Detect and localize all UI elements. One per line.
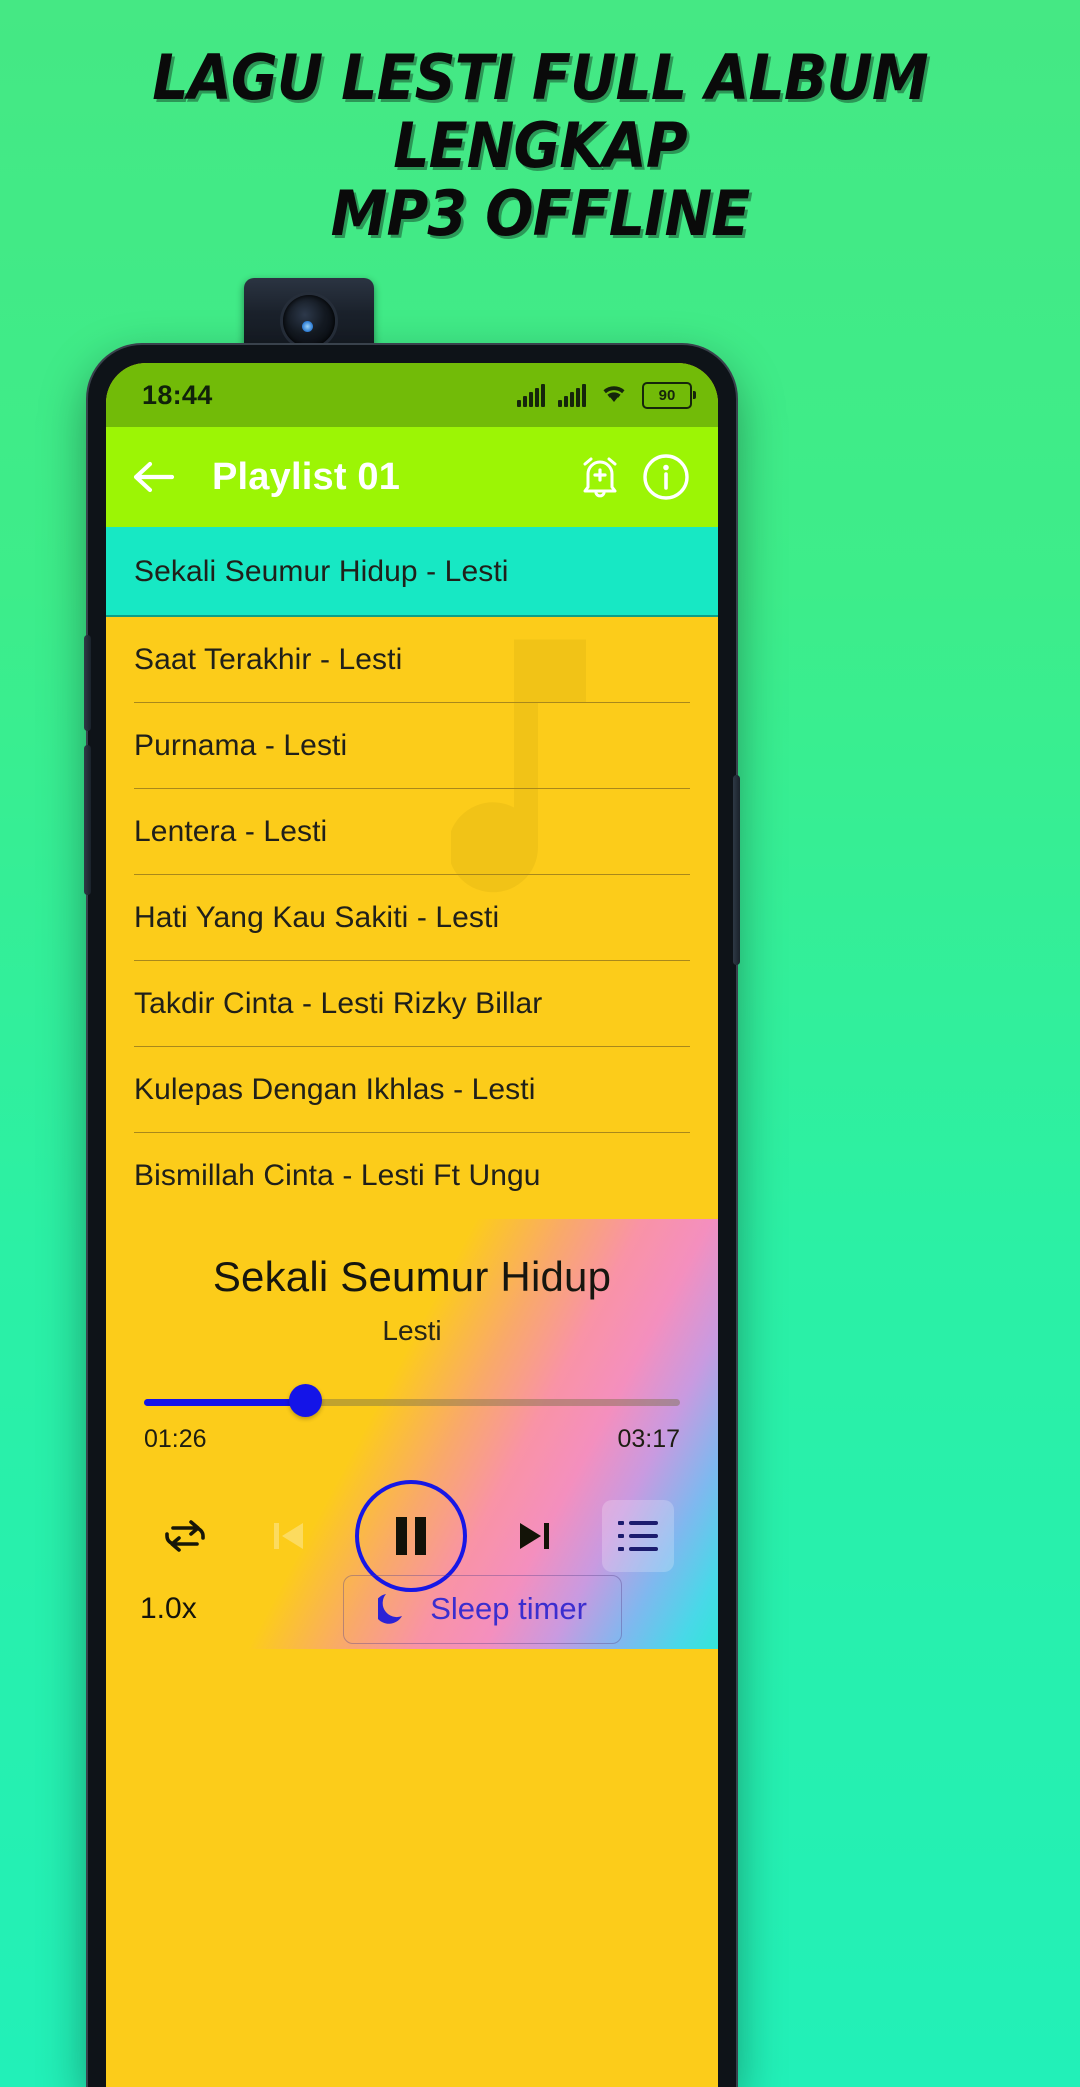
song-title: Purnama - Lesti bbox=[134, 729, 348, 762]
camera-glint bbox=[301, 321, 313, 332]
sleep-timer-button[interactable]: Sleep timer bbox=[343, 1574, 622, 1644]
app-bar: Playlist 01 bbox=[106, 427, 718, 527]
battery-level: 90 bbox=[658, 386, 676, 404]
info-icon[interactable] bbox=[640, 451, 692, 503]
sleep-timer-label: Sleep timer bbox=[430, 1591, 587, 1626]
back-arrow-icon[interactable] bbox=[128, 451, 180, 503]
song-title: Takdir Cinta - Lesti Rizky Billar bbox=[134, 987, 543, 1020]
repeat-icon[interactable] bbox=[150, 1501, 220, 1571]
previous-track-icon[interactable] bbox=[253, 1501, 323, 1571]
cellular-signal-icon bbox=[517, 383, 545, 407]
status-time: 18:44 bbox=[142, 379, 213, 410]
promo-title-line2: MP3 OFFLINE bbox=[330, 177, 751, 250]
now-playing-panel: Sekali Seumur Hidup Lesti 01:26 03:17 1.… bbox=[106, 1219, 718, 1649]
battery-icon: 90 bbox=[642, 381, 696, 409]
phone-screen: 18:44 90 Playlist 01 Sekali Seumur Hidup… bbox=[106, 363, 718, 2087]
duration-time: 03:17 bbox=[617, 1425, 680, 1453]
pause-icon bbox=[396, 1517, 426, 1555]
list-item[interactable]: Kulepas Dengan Ikhlas - Lesti bbox=[106, 1047, 718, 1133]
power-button[interactable] bbox=[733, 775, 740, 965]
camera-lens-icon bbox=[283, 295, 335, 347]
queue-list-icon[interactable] bbox=[602, 1500, 674, 1572]
alarm-add-icon[interactable] bbox=[574, 451, 626, 503]
page-title: Playlist 01 bbox=[212, 455, 401, 498]
now-playing-title: Sekali Seumur Hidup bbox=[212, 1253, 612, 1300]
status-bar: 18:44 90 bbox=[106, 363, 718, 427]
next-track-icon[interactable] bbox=[500, 1501, 570, 1571]
elapsed-time: 01:26 bbox=[144, 1425, 207, 1453]
volume-up-button[interactable] bbox=[84, 635, 91, 731]
seek-bar[interactable] bbox=[144, 1384, 680, 1417]
list-item[interactable]: Purnama - Lesti bbox=[106, 703, 718, 789]
list-item[interactable]: Hati Yang Kau Sakiti - Lesti bbox=[106, 875, 718, 961]
song-title: Hati Yang Kau Sakiti - Lesti bbox=[134, 901, 500, 934]
list-item[interactable]: Lentera - Lesti bbox=[106, 789, 718, 875]
volume-down-button[interactable] bbox=[84, 745, 91, 895]
song-title: Bismillah Cinta - Lesti Ft Ungu bbox=[134, 1159, 541, 1192]
seek-fill bbox=[144, 1399, 305, 1406]
status-icons: 90 bbox=[517, 381, 696, 410]
promo-title-line1: LAGU LESTI FULL ALBUM LENGKAP bbox=[152, 41, 928, 182]
list-item[interactable]: Bismillah Cinta - Lesti Ft Ungu bbox=[106, 1133, 718, 1219]
list-item[interactable]: Sekali Seumur Hidup - Lesti bbox=[106, 527, 718, 617]
list-item[interactable]: Saat Terakhir - Lesti bbox=[106, 617, 718, 703]
wifi-icon bbox=[599, 381, 629, 410]
now-playing-artist: Lesti bbox=[382, 1315, 442, 1346]
moon-icon bbox=[374, 1590, 408, 1629]
seek-thumb[interactable] bbox=[288, 1384, 322, 1417]
cellular-signal-2-icon bbox=[558, 383, 586, 407]
song-title: Kulepas Dengan Ikhlas - Lesti bbox=[134, 1073, 536, 1106]
player-bottom-bar: 1.0x Sleep timer bbox=[106, 1569, 718, 1649]
playback-speed-label[interactable]: 1.0x bbox=[140, 1592, 197, 1626]
time-labels: 01:26 03:17 bbox=[144, 1425, 680, 1454]
promo-title: LAGU LESTI FULL ALBUM LENGKAP MP3 OFFLIN… bbox=[0, 44, 1080, 248]
song-title: Saat Terakhir - Lesti bbox=[134, 643, 403, 676]
song-title: Sekali Seumur Hidup - Lesti bbox=[134, 555, 509, 588]
playlist-list[interactable]: Sekali Seumur Hidup - Lesti Saat Terakhi… bbox=[106, 527, 718, 1219]
song-title: Lentera - Lesti bbox=[134, 815, 328, 848]
list-item[interactable]: Takdir Cinta - Lesti Rizky Billar bbox=[106, 961, 718, 1047]
phone-frame: 18:44 90 Playlist 01 Sekali Seumur Hidup… bbox=[84, 345, 740, 2087]
